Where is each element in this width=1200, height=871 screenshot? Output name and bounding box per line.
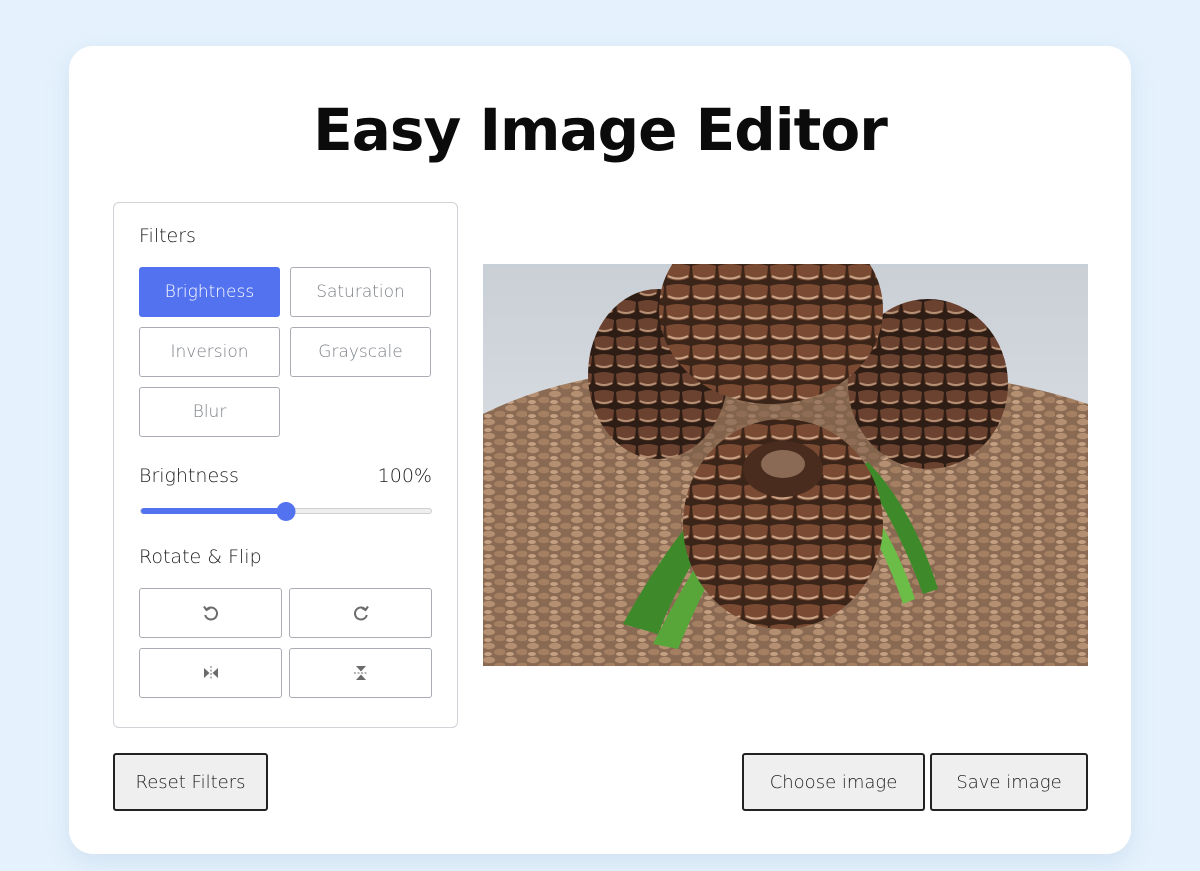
flip-horizontal-icon — [203, 666, 219, 680]
rotate-left-icon — [202, 604, 220, 622]
filter-brightness-button[interactable]: Brightness — [139, 267, 280, 317]
filter-inversion-button[interactable]: Inversion — [139, 327, 280, 377]
rotate-flip-heading: Rotate & Flip — [139, 546, 262, 568]
filter-grayscale-button[interactable]: Grayscale — [290, 327, 431, 377]
brightness-slider[interactable] — [140, 502, 432, 521]
choose-image-button[interactable]: Choose image — [742, 753, 925, 811]
controls-panel: Filters Brightness Saturation Inversion … — [113, 202, 458, 728]
slider-value: 100% — [377, 465, 432, 487]
filter-saturation-button[interactable]: Saturation — [290, 267, 431, 317]
slider-thumb[interactable] — [276, 502, 296, 521]
slider-filter-name: Brightness — [139, 465, 239, 487]
flip-vertical-icon — [353, 665, 368, 681]
page-title: Easy Image Editor — [313, 96, 888, 164]
rotate-right-button[interactable] — [289, 588, 432, 638]
flip-vertical-button[interactable] — [289, 648, 432, 698]
rotate-right-icon — [352, 604, 370, 622]
reset-filters-button[interactable]: Reset Filters — [113, 753, 268, 811]
slider-fill — [141, 508, 286, 514]
image-preview — [483, 264, 1088, 666]
editor-card: Easy Image Editor Filters Brightness Sat… — [69, 46, 1131, 854]
rotate-left-button[interactable] — [139, 588, 282, 638]
filter-blur-button[interactable]: Blur — [139, 387, 280, 437]
pine-cones-photo — [483, 264, 1088, 666]
flip-horizontal-button[interactable] — [139, 648, 282, 698]
filters-heading: Filters — [139, 225, 196, 247]
save-image-button[interactable]: Save image — [930, 753, 1088, 811]
